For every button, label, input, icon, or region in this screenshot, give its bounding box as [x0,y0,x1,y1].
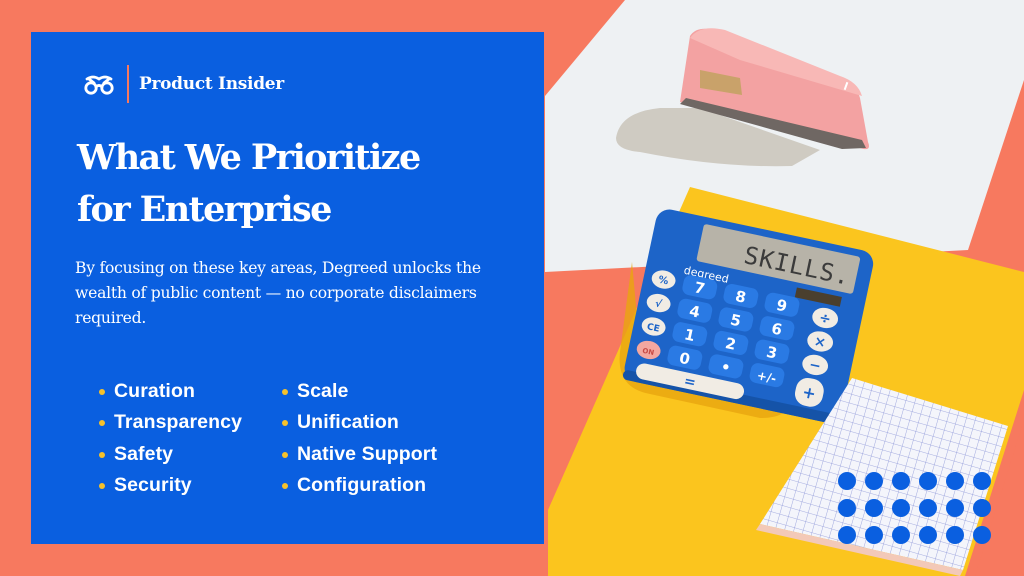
priority-label: Safety [114,442,174,465]
priority-label: Transparency [114,411,243,434]
intro-paragraph: By focusing on these key areas, Degreed … [75,259,481,327]
decorative-dot [919,526,937,544]
bullet-icon [282,420,288,427]
priority-item: Configuration [282,470,437,501]
priority-label: Security [114,473,192,496]
content-panel: Product Insider What We Prioritize for E… [31,32,544,544]
priority-item: Unification [282,407,437,438]
decorative-dot [973,472,991,490]
bullet-icon [282,482,288,489]
decorative-dot [865,472,883,490]
priority-item: Security [99,470,242,501]
bullet-icon [99,389,105,395]
priority-label: Scale [297,380,349,402]
title-line-2: for Enterprise [77,189,332,230]
bullet-icon [282,389,288,395]
decorative-dot [865,499,883,517]
priority-item: Safety [99,439,242,470]
priorities-list-right: Scale Unification Native Support Configu… [282,376,437,501]
slide: SKILLS. degreed 7 8 9 4 5 6 1 2 3 0 • +/… [0,0,1024,576]
page-title: What We Prioritize for Enterprise [77,132,537,236]
glasses-icon [84,75,114,95]
bullet-icon [99,451,105,458]
decorative-dot [946,499,964,517]
priority-label: Configuration [297,473,427,496]
title-line-1: What We Prioritize [77,137,421,178]
priority-item: Native Support [282,439,437,470]
decorative-dot [838,472,856,490]
decorative-dot [892,499,910,517]
decorative-dot [838,526,856,544]
bullet-icon [99,482,105,489]
priority-label: Unification [297,411,399,434]
brand-divider [127,65,129,103]
bullet-icon [99,420,105,427]
priority-label: Native Support [297,442,438,465]
priority-item: Curation [99,376,242,407]
decorative-dot [919,472,937,490]
brand-header: Product Insider [83,65,284,103]
decorative-dot [946,526,964,544]
decorative-dot [838,499,856,517]
decorative-dot [892,526,910,544]
decorative-dot [865,526,883,544]
decorative-dot [919,499,937,517]
decorative-dot [946,472,964,490]
bullet-icon [282,451,288,458]
decorative-dot [973,499,991,517]
decorative-dot [892,472,910,490]
priority-item: Transparency [99,407,242,438]
brand-name: Product Insider [139,74,284,94]
priority-label: Curation [114,380,195,402]
priority-item: Scale [282,376,437,407]
priorities-list-left: Curation Transparency Safety Security [99,376,242,501]
decorative-dot [973,526,991,544]
